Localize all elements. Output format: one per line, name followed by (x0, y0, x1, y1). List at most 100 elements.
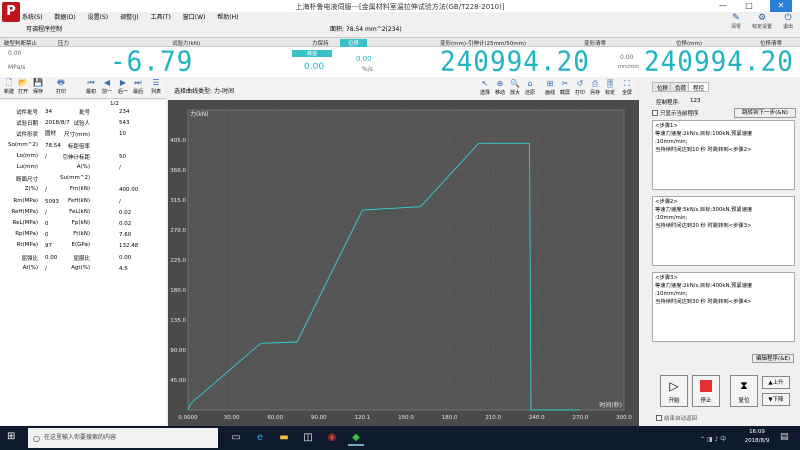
reset-button[interactable]: ⧗ 复位 (730, 375, 758, 407)
minimize-button[interactable]: — (712, 0, 734, 12)
auto-return-checkbox[interactable] (656, 415, 662, 421)
field-label-2: FeL(kN) (69, 208, 90, 215)
field-value-2[interactable] (118, 175, 152, 184)
store-icon[interactable]: ◫ (300, 430, 316, 446)
maximize-button[interactable]: □ (738, 0, 760, 12)
menu-window[interactable]: 窗口(W) (183, 14, 206, 21)
stop-icon (700, 380, 712, 392)
field-value-2[interactable]: / (118, 164, 152, 172)
screenshot-tool[interactable]: ✂ 截屏 (558, 79, 572, 96)
field-label: 屈强比 (21, 255, 38, 262)
edit-program-button[interactable]: 编辑程序(&E) (752, 354, 794, 363)
app-icon[interactable]: ◉ (324, 430, 340, 446)
menu-help[interactable]: 帮助(H) (217, 14, 238, 21)
edge-icon[interactable]: e (252, 430, 268, 446)
scissors-icon: ✂ (561, 79, 569, 88)
restore-tool[interactable]: ⌂ 还原 (523, 79, 537, 96)
list-button[interactable]: ☰ 列表 (149, 78, 163, 95)
field-value-2[interactable]: 0.02 (118, 208, 152, 217)
field-value-2[interactable]: 10 (118, 130, 152, 139)
program-step[interactable]: <步骤2> 等速力速度:5kN/s,目标:300kN,预紧速度:10mm/min;… (652, 196, 795, 266)
new-button[interactable]: 🗋 新建 (2, 78, 16, 95)
x-tick-label: 300.0 (616, 415, 632, 421)
menu-adjust[interactable]: 调整(J) (120, 14, 138, 21)
only-current-checkbox[interactable] (652, 110, 658, 116)
pencil-icon: ✎ (732, 13, 740, 23)
force-time-chart[interactable]: 45.00 90.00 135.0 180.0 225.0 270.0 315.0 360.0… (168, 100, 639, 426)
move-tool[interactable]: ⊕ 移动 (493, 79, 507, 96)
field-value-2[interactable]: 234 (118, 108, 152, 116)
field-label-2: FeH(kN) (68, 197, 90, 204)
tray-icons[interactable]: ⌃ ◨ ♪ 中 (700, 434, 726, 443)
clock[interactable]: 16:09 2018/8/9 (740, 428, 774, 446)
y-axis-label: 力(kN) (190, 110, 209, 118)
last-record-button[interactable]: ⏭ 最后 (131, 78, 145, 95)
print-button[interactable]: 🖶 打印 (54, 78, 68, 95)
zoom-tool[interactable]: 🔍 放大 (508, 79, 522, 96)
menu-data[interactable]: 数据(D) (54, 14, 75, 21)
x-tick-label: 120.1 (355, 415, 371, 421)
calibration-button[interactable]: ⚙ 标定设置 (750, 13, 774, 30)
deform-readout: 240994.20 (440, 46, 590, 78)
menu-settings[interactable]: 设置(S) (88, 14, 109, 21)
only-current-label: 只显示当前程序 (660, 111, 699, 117)
field-value-2[interactable]: 7.60 (118, 231, 152, 240)
select-tool[interactable]: ↖ 选择 (478, 79, 492, 96)
last-icon: ⏭ (134, 78, 142, 87)
curve-type-value[interactable]: 力-时间 (214, 88, 234, 95)
clear-zero-button[interactable]: ✎ 清零 (724, 13, 748, 30)
prev-record-button[interactable]: ◀ 前一 (100, 78, 114, 95)
field-label-2: 试验人 (73, 121, 90, 128)
field-value-2[interactable]: / (118, 197, 152, 206)
pressure-unit: %/s (362, 66, 373, 73)
task-view-icon[interactable]: ▭ (228, 430, 244, 446)
stop-button[interactable]: 停止 (692, 375, 720, 407)
calibrate-tool[interactable]: 🎚 标定 (603, 79, 617, 96)
field-value-2[interactable]: 50 (118, 152, 152, 161)
up-button[interactable]: ▲上升 (762, 376, 790, 389)
next-record-button[interactable]: ▶ 后一 (116, 78, 130, 95)
curve-type-selector[interactable]: 选择曲线类型: 力-时间 (174, 86, 234, 95)
x-tick-label: 60.00 (267, 415, 283, 421)
menu-tools[interactable]: 工具(T) (150, 14, 170, 21)
exit-button[interactable]: ⏻ 退出 (776, 13, 800, 30)
field-value-2[interactable]: 132.48 (118, 242, 152, 251)
printer-icon: 🖶 (57, 78, 65, 87)
field-label: 试验日期 (15, 121, 38, 128)
explorer-icon[interactable]: ▬ (276, 430, 292, 446)
field-value-2[interactable]: 0.02 (118, 220, 152, 228)
windows-start-icon[interactable]: ⊞ (7, 431, 19, 443)
field-value-2[interactable]: 400.00 (118, 186, 152, 195)
first-record-button[interactable]: ⏮ 最初 (84, 78, 98, 95)
taskbar-search-input[interactable]: 在这里输入你要搜索的内容 (28, 428, 218, 448)
notification-icon[interactable]: ▤ (780, 432, 789, 442)
play-icon: ▷ (669, 379, 679, 393)
draw-line-tool[interactable]: ⊞ 画线 (543, 79, 557, 96)
program-step[interactable]: <步骤3> 等速力速度:2kN/s,目标:400kN,预紧速度:10mm/min;… (652, 272, 795, 342)
jump-next-button[interactable]: 跳转到下一步(&N) (734, 108, 796, 118)
field-label-2: 引伸计标距 (62, 154, 90, 161)
tab-program[interactable]: 程控 (688, 82, 710, 92)
save-as-tool[interactable]: ⎙ 另存 (588, 79, 602, 96)
field-value-2[interactable] (118, 141, 152, 150)
x-tick-label: 240.0 (529, 415, 545, 421)
menu-system[interactable]: 系统(S) (22, 14, 43, 21)
y-tick-label: 225.0 (170, 258, 186, 264)
open-button[interactable]: 📂 打开 (16, 78, 30, 95)
step-line: <步骤1> (655, 123, 678, 129)
control-mode: 可调程序控制 (26, 26, 63, 33)
field-value-2[interactable]: 543 (118, 119, 152, 128)
step-line: :10mm/min; (655, 139, 688, 145)
program-step[interactable]: <步骤1> 等速力速度:2kN/s,目标:100kN,预紧速度:10mm/min;… (652, 120, 795, 190)
save-button[interactable]: 💾 保存 (31, 78, 45, 95)
field-label-2: E(GPa) (71, 242, 90, 249)
field-value-2[interactable]: 0.00 (118, 253, 152, 262)
down-button[interactable]: ▼下降 (762, 393, 790, 406)
close-button[interactable]: ✕ (770, 0, 792, 12)
start-button[interactable]: ▷ 开始 (660, 375, 688, 407)
position-tab[interactable]: 位移 (340, 39, 368, 47)
chart-print-tool[interactable]: ↺ 打印 (573, 79, 587, 96)
field-value-2[interactable]: 4.5 (118, 264, 152, 273)
wechat-icon[interactable]: ◆ (348, 430, 364, 446)
fullscreen-tool[interactable]: ⛶ 全屏 (620, 79, 634, 96)
